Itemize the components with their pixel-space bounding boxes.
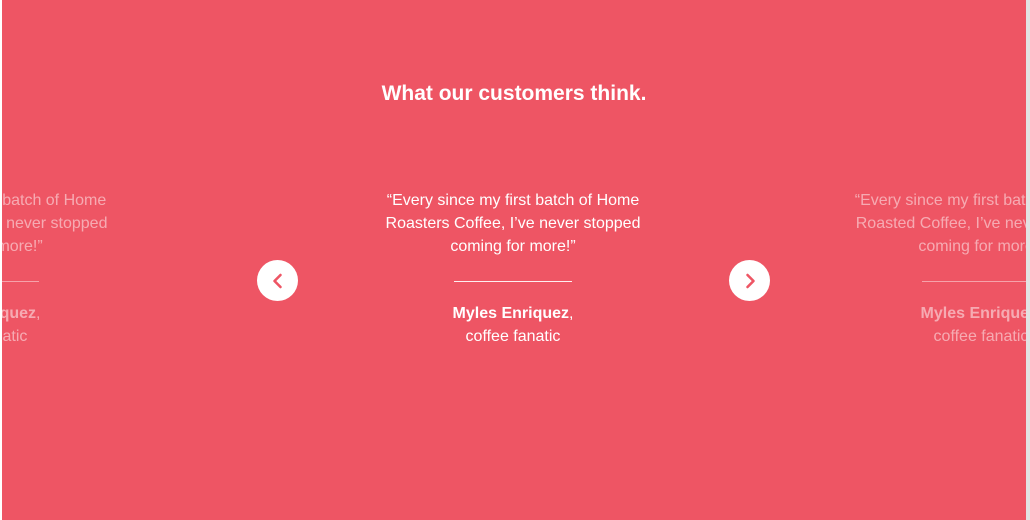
testimonial-divider — [454, 281, 572, 282]
previous-testimonial-button[interactable] — [257, 260, 298, 301]
testimonial-author-block: Myles Enriquez, coffee fanatic — [2, 302, 125, 348]
next-testimonial-button[interactable] — [729, 260, 770, 301]
testimonial-card-next: “Every since my first batch of Home Roas… — [836, 189, 1026, 348]
testimonial-card-previous: “Every since my first batch of Home Roas… — [2, 189, 125, 348]
testimonial-author-block: Myles Enriquez, coffee fanatic — [836, 302, 1026, 348]
testimonials-section: What our customers think. “Every since m… — [2, 0, 1026, 520]
chevron-right-icon — [741, 272, 759, 290]
testimonial-author-role: coffee fanatic — [933, 328, 1026, 345]
testimonial-separator: , — [569, 305, 574, 322]
section-title: What our customers think. — [381, 82, 647, 105]
testimonial-divider — [2, 281, 39, 282]
testimonial-author-name: Myles Enriquez — [2, 305, 37, 322]
testimonial-separator: , — [36, 305, 41, 322]
testimonial-author-name: Myles Enriquez — [920, 305, 1026, 322]
testimonial-author-role: coffee fanatic — [465, 328, 561, 345]
testimonial-card-active: “Every since my first batch of Home Roas… — [368, 189, 658, 348]
testimonial-quote: “Every since my first batch of Home Roas… — [2, 192, 108, 255]
testimonial-author-role: coffee fanatic — [2, 328, 28, 345]
testimonial-quote: “Every since my first batch of Home Roas… — [854, 192, 1026, 255]
testimonial-author-name: Myles Enriquez — [452, 305, 570, 322]
window-edge — [1026, 0, 1030, 520]
testimonial-author-block: Myles Enriquez, coffee fanatic — [368, 302, 658, 348]
testimonial-quote: “Every since my first batch of Home Roas… — [385, 192, 641, 255]
testimonial-divider — [922, 281, 1026, 282]
chevron-left-icon — [269, 272, 287, 290]
